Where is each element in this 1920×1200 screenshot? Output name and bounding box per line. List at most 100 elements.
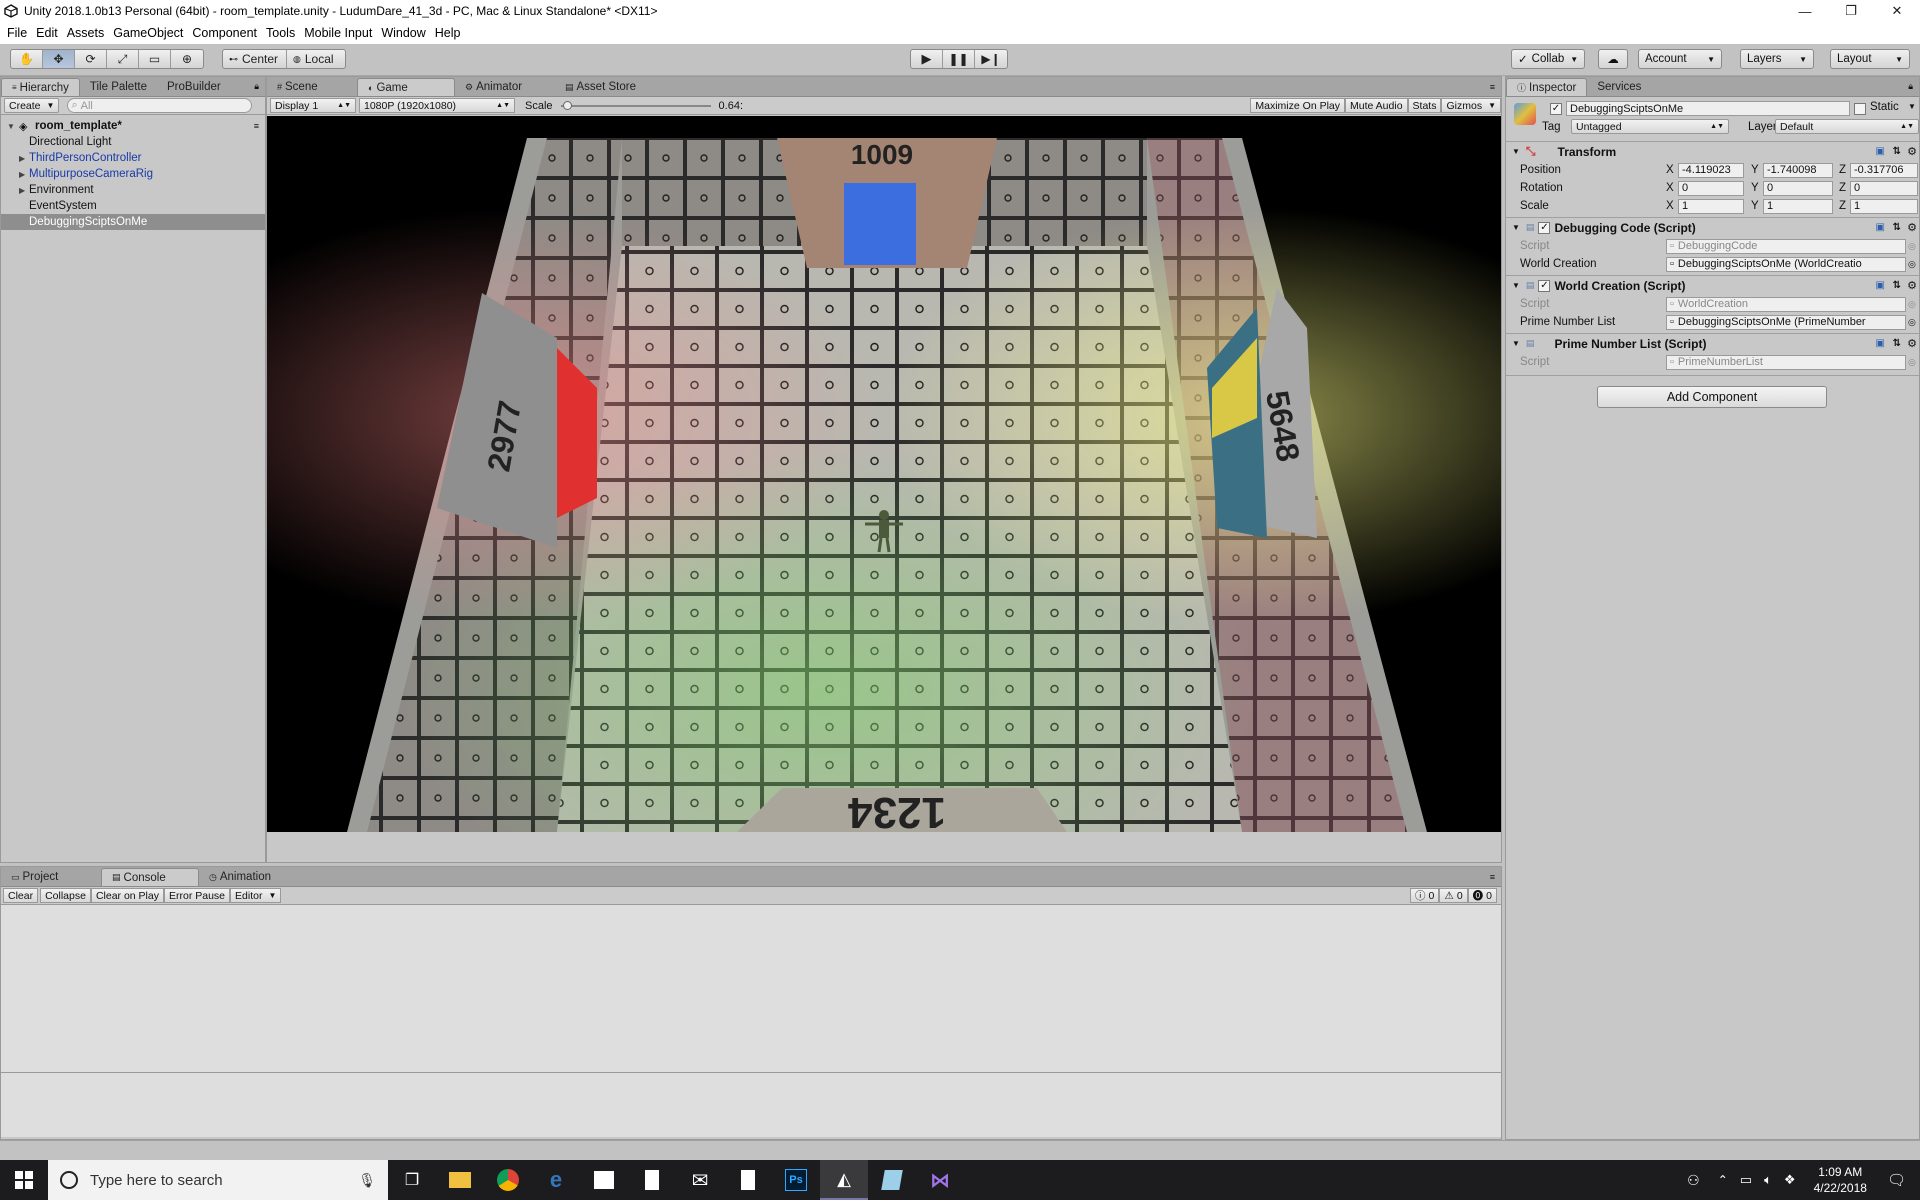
menu-edit[interactable]: Edit: [36, 26, 58, 40]
object-picker-icon[interactable]: ◎: [1908, 317, 1916, 328]
tab-asset-store[interactable]: ▤ Asset Store: [555, 78, 665, 96]
hierarchy-item[interactable]: EventSystem: [1, 198, 265, 214]
scale-tool-button[interactable]: ⤢: [107, 50, 139, 68]
preset-icon[interactable]: ⇅: [1893, 222, 1901, 233]
error-pause-toggle[interactable]: Error Pause: [163, 888, 231, 903]
microphone-icon[interactable]: 🎙︎: [358, 1172, 376, 1189]
step-button[interactable]: ▶❙: [975, 50, 1007, 68]
rotation-y-input[interactable]: 0: [1763, 180, 1833, 196]
menu-icon[interactable]: ≡: [254, 121, 259, 131]
object-picker-icon[interactable]: ◎: [1908, 299, 1916, 310]
cloud-button[interactable]: ☁: [1598, 49, 1628, 69]
unity-taskbar-button[interactable]: ◭: [820, 1160, 868, 1200]
object-picker-icon[interactable]: ◎: [1908, 259, 1916, 270]
object-picker-icon[interactable]: ◎: [1908, 241, 1916, 252]
warning-count-toggle[interactable]: ⚠ 0: [1439, 888, 1468, 903]
start-button[interactable]: [0, 1160, 48, 1200]
component-header[interactable]: ▼ ▤ ✓ Debugging Code (Script) ▣ ⇅ ⚙: [1506, 217, 1919, 237]
preset-icon[interactable]: ⇅: [1893, 146, 1901, 157]
scale-z-input[interactable]: 1: [1850, 198, 1918, 214]
people-icon[interactable]: ⚇: [1687, 1172, 1700, 1189]
edge-button[interactable]: e: [532, 1160, 580, 1200]
add-component-button[interactable]: Add Component: [1597, 386, 1827, 408]
document-button[interactable]: [724, 1160, 772, 1200]
tab-hierarchy[interactable]: ≡ Hierarchy: [1, 78, 80, 96]
gear-icon[interactable]: ⚙: [1907, 279, 1917, 292]
rotation-x-input[interactable]: 0: [1678, 180, 1744, 196]
menu-assets[interactable]: Assets: [67, 26, 105, 40]
position-x-input[interactable]: -4.119023: [1678, 162, 1744, 178]
static-checkbox[interactable]: [1854, 103, 1866, 115]
task-view-button[interactable]: ❐: [388, 1160, 436, 1200]
component-header[interactable]: ▼ ▤ Prime Number List (Script) ▣ ⇅ ⚙: [1506, 333, 1919, 353]
restore-button[interactable]: ❐: [1828, 0, 1874, 22]
clear-on-play-toggle[interactable]: Clear on Play: [90, 888, 164, 903]
menu-window[interactable]: Window: [381, 26, 425, 40]
menu-help[interactable]: Help: [435, 26, 461, 40]
hand-tool-button[interactable]: ✋: [11, 50, 43, 68]
info-count-toggle[interactable]: ⓘ 0: [1410, 888, 1440, 903]
pivot-local-button[interactable]: ◍ Local: [287, 50, 345, 68]
world-creation-field[interactable]: ▫ DebuggingSciptsOnMe (WorldCreatio: [1666, 256, 1906, 272]
rotation-z-input[interactable]: 0: [1850, 180, 1918, 196]
expand-right-icon[interactable]: ▶: [19, 186, 25, 195]
create-dropdown[interactable]: Create ▼: [4, 98, 60, 113]
gizmos-dropdown[interactable]: Gizmos ▼: [1441, 98, 1501, 113]
transform-header[interactable]: ▼ ⤡ Transform ▣ ⇅ ⚙: [1506, 141, 1919, 161]
taskbar-search-box[interactable]: Type here to search 🎙︎: [48, 1160, 388, 1200]
prime-number-list-field[interactable]: ▫ DebuggingSciptsOnMe (PrimeNumber: [1666, 314, 1906, 330]
scale-x-input[interactable]: 1: [1678, 198, 1744, 214]
chevron-up-icon[interactable]: ⌃: [1718, 1173, 1728, 1187]
display-dropdown[interactable]: Display 1 ▲▼: [270, 98, 356, 113]
hierarchy-item-selected[interactable]: DebuggingSciptsOnMe: [1, 214, 265, 230]
tab-project[interactable]: ▭ Project: [1, 868, 101, 886]
stats-toggle[interactable]: Stats: [1407, 98, 1442, 113]
component-enabled-checkbox[interactable]: ✓: [1538, 221, 1551, 234]
expand-right-icon[interactable]: ▶: [19, 170, 25, 179]
minimize-button[interactable]: —: [1782, 0, 1828, 22]
resolution-dropdown[interactable]: 1080P (1920x1080) ▲▼: [359, 98, 515, 113]
notepad-button[interactable]: [868, 1160, 916, 1200]
dropbox-icon[interactable]: ❖: [1784, 1172, 1796, 1188]
menu-tools[interactable]: Tools: [266, 26, 295, 40]
rotate-tool-button[interactable]: ⟳: [75, 50, 107, 68]
tab-scene[interactable]: # Scene: [267, 78, 357, 96]
volume-icon[interactable]: 🔈︎: [1764, 1172, 1772, 1188]
expand-down-icon[interactable]: ▼: [1512, 339, 1520, 348]
help-icon[interactable]: ▣: [1876, 280, 1885, 291]
move-tool-button[interactable]: ✥: [43, 50, 75, 68]
hierarchy-item[interactable]: ▶ MultipurposeCameraRig: [1, 166, 265, 182]
scale-slider[interactable]: [560, 100, 711, 112]
mail-button[interactable]: ✉: [676, 1160, 724, 1200]
tab-game[interactable]: ◐ Game: [357, 78, 455, 96]
clear-button[interactable]: Clear: [3, 888, 39, 903]
layer-dropdown[interactable]: Default ▲▼: [1775, 119, 1919, 134]
rect-tool-button[interactable]: ▭: [139, 50, 171, 68]
menu-gameobject[interactable]: GameObject: [113, 26, 183, 40]
clock[interactable]: 1:09 AM 4/22/2018: [1814, 1164, 1867, 1196]
object-picker-icon[interactable]: ◎: [1908, 357, 1916, 368]
help-icon[interactable]: ▣: [1876, 146, 1885, 157]
file-explorer-button[interactable]: [436, 1160, 484, 1200]
pause-button[interactable]: ❚❚: [943, 50, 975, 68]
active-checkbox[interactable]: ✓: [1550, 103, 1562, 115]
tab-console[interactable]: ▤ Console: [101, 868, 199, 886]
file-button[interactable]: [628, 1160, 676, 1200]
editor-dropdown[interactable]: Editor ▼: [230, 888, 282, 903]
network-icon[interactable]: ▭: [1740, 1172, 1752, 1188]
lock-icon[interactable]: 🔒︎: [1908, 81, 1913, 92]
slider-thumb[interactable]: [562, 100, 572, 110]
hierarchy-item[interactable]: Directional Light: [1, 134, 265, 150]
tab-animator[interactable]: ⚙ Animator: [455, 78, 555, 96]
menu-component[interactable]: Component: [192, 26, 257, 40]
menu-file[interactable]: File: [7, 26, 27, 40]
menu-mobile-input[interactable]: Mobile Input: [304, 26, 372, 40]
layers-dropdown[interactable]: Layers ▼: [1740, 49, 1814, 69]
component-enabled-checkbox[interactable]: ✓: [1538, 279, 1551, 292]
expand-down-icon[interactable]: ▼: [1512, 147, 1520, 156]
tag-dropdown[interactable]: Untagged ▲▼: [1571, 119, 1729, 134]
chevron-down-icon[interactable]: ▼: [1908, 102, 1916, 111]
position-y-input[interactable]: -1.740098: [1763, 162, 1833, 178]
position-z-input[interactable]: -0.317706: [1850, 162, 1918, 178]
preset-icon[interactable]: ⇅: [1893, 280, 1901, 291]
